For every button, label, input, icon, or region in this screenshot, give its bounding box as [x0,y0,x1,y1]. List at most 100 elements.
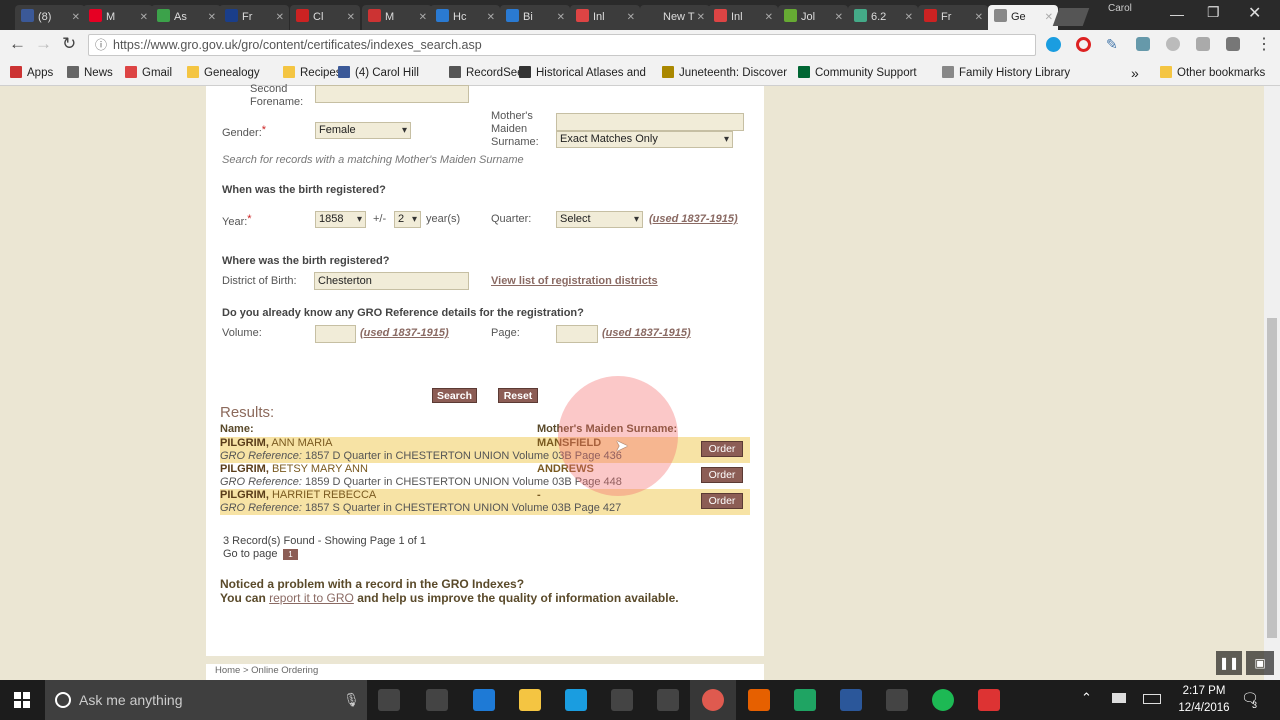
bookmark-item[interactable]: News [67,64,113,82]
keyboard-icon[interactable] [1143,694,1161,704]
report-to-gro-link[interactable]: report it to GRO [269,591,354,605]
browser-tab[interactable]: Inl ✕ [570,5,640,30]
show-hidden-icons-icon[interactable]: ⌃ [1081,690,1092,706]
browser-tab[interactable]: Inl ✕ [708,5,778,30]
quarter-used-note[interactable]: (used 1837-1915) [649,213,738,225]
browser-tab[interactable]: As ✕ [151,5,221,30]
windows-start-icon[interactable] [14,692,30,708]
spotify-icon[interactable] [932,689,954,711]
new-tab-button[interactable] [1052,8,1090,26]
order-button[interactable]: Order [701,493,743,509]
tab-close-icon[interactable]: ✕ [419,5,427,30]
restore-icon[interactable]: ❐ [1207,4,1220,21]
edge-icon[interactable] [473,689,495,711]
mmn-match-select[interactable]: Exact Matches Only [556,131,733,148]
forward-icon[interactable]: → [35,34,52,54]
bookmark-item[interactable]: Recipes [283,64,342,82]
tab-close-icon[interactable]: ✕ [276,5,284,30]
firefox-icon[interactable] [748,689,770,711]
breadcrumb[interactable]: Home > Online Ordering [206,664,764,680]
app-icon[interactable] [657,689,679,711]
order-button[interactable]: Order [701,467,743,483]
tab-close-icon[interactable]: ✕ [140,5,148,30]
district-input[interactable]: Chesterton [314,272,469,290]
bookmark-item[interactable]: Juneteenth: Discover [662,64,787,82]
system-clock[interactable]: 2:17 PM 12/4/2016 [1172,683,1236,717]
menu-icon[interactable]: ⋮ [1256,34,1272,54]
order-button[interactable]: Order [701,441,743,457]
task-view-icon[interactable] [378,689,400,711]
tab-close-icon[interactable]: ✕ [208,5,216,30]
bookmark-item[interactable]: RecordSeek [449,64,529,82]
store-icon[interactable] [426,689,448,711]
tab-close-icon[interactable]: ✕ [765,5,773,30]
tab-close-icon[interactable]: ✕ [72,5,80,30]
tab-close-icon[interactable]: ✕ [975,5,983,30]
page-scrollbar[interactable] [1264,86,1280,680]
mmn-input[interactable] [556,113,744,131]
bookmark-item[interactable]: Historical Atlases and [519,64,646,82]
browser-tab[interactable]: Jol ✕ [778,5,848,30]
quarter-select[interactable]: Select [556,211,643,228]
page-1-button[interactable]: 1 [283,549,298,560]
minimize-icon[interactable]: — [1170,6,1184,22]
bookmark-item[interactable]: Apps [10,64,53,82]
year-range-select[interactable]: 2 [394,211,421,228]
tab-close-icon[interactable]: ✕ [627,5,635,30]
word-icon[interactable] [840,689,862,711]
bookmark-item[interactable]: Community Support [798,64,917,82]
page-input[interactable] [556,325,598,343]
taskbar-search-input[interactable]: Ask me anything 🎙 [45,680,367,720]
browser-tab[interactable]: New T ✕ [640,5,710,30]
reset-button[interactable]: Reset [498,388,538,403]
bookmarks-overflow-icon[interactable]: » [1131,64,1139,82]
bookmark-item[interactable]: (4) Carol Hill [338,64,419,82]
address-bar[interactable]: ⓘ https://www.gro.gov.uk/gro/content/cer… [88,34,1036,56]
skype-extension-icon[interactable] [1046,37,1061,52]
bookmark-item[interactable]: Family History Library [942,64,1070,82]
volume-input[interactable] [315,325,356,343]
network-icon[interactable] [1112,693,1126,703]
opera-extension-icon[interactable] [1076,37,1091,52]
tab-close-icon[interactable]: ✕ [487,5,495,30]
bookmark-item[interactable]: Genealogy [187,64,260,82]
video-pip-control[interactable]: ▣ [1246,651,1274,675]
tab-close-icon[interactable]: ✕ [557,5,565,30]
tab-close-icon[interactable]: ✕ [905,5,913,30]
view-districts-link[interactable]: View list of registration districts [491,275,658,287]
extension-icon[interactable] [1136,37,1150,51]
browser-tab[interactable]: 6.2 ✕ [848,5,918,30]
close-window-icon[interactable]: ✕ [1248,3,1261,23]
other-bookmarks[interactable]: Other bookmarks [1160,64,1265,82]
browser-tab[interactable]: Cl ✕ [290,5,360,30]
bookmark-item[interactable]: Gmail [125,64,172,82]
extension-icon[interactable] [1226,37,1240,51]
browser-tab[interactable]: Ge ✕ [988,5,1058,30]
app-icon[interactable] [978,689,1000,711]
search-button[interactable]: Search [432,388,477,403]
browser-tab[interactable]: Bi ✕ [500,5,570,30]
browser-tab[interactable]: Fr ✕ [918,5,988,30]
profile-name[interactable]: Carol [1108,3,1132,14]
paint-icon[interactable] [886,689,908,711]
microphone-icon[interactable]: 🎙 [343,680,360,720]
file-explorer-icon[interactable] [519,689,541,711]
page-used-note[interactable]: (used 1837-1915) [602,327,691,339]
video-pause-control[interactable]: ❚❚ [1216,651,1242,675]
second-forename-input[interactable] [315,85,469,103]
tab-close-icon[interactable]: ✕ [697,5,705,30]
scrollbar-thumb[interactable] [1267,318,1277,638]
gender-select[interactable]: Female [315,122,411,139]
amazon-icon[interactable] [611,689,633,711]
tab-close-icon[interactable]: ✕ [1045,5,1053,30]
google-drive-icon[interactable] [794,689,816,711]
year-select[interactable]: 1858 [315,211,366,228]
skype-icon[interactable] [565,689,587,711]
tab-close-icon[interactable]: ✕ [835,5,843,30]
extension-icon[interactable] [1196,37,1210,51]
browser-tab[interactable]: M ✕ [83,5,153,30]
browser-tab[interactable]: M ✕ [362,5,432,30]
tool-extension-icon[interactable]: ✎ [1106,36,1118,53]
back-icon[interactable]: ← [9,34,26,54]
browser-tab[interactable]: (8) ✕ [15,5,85,30]
